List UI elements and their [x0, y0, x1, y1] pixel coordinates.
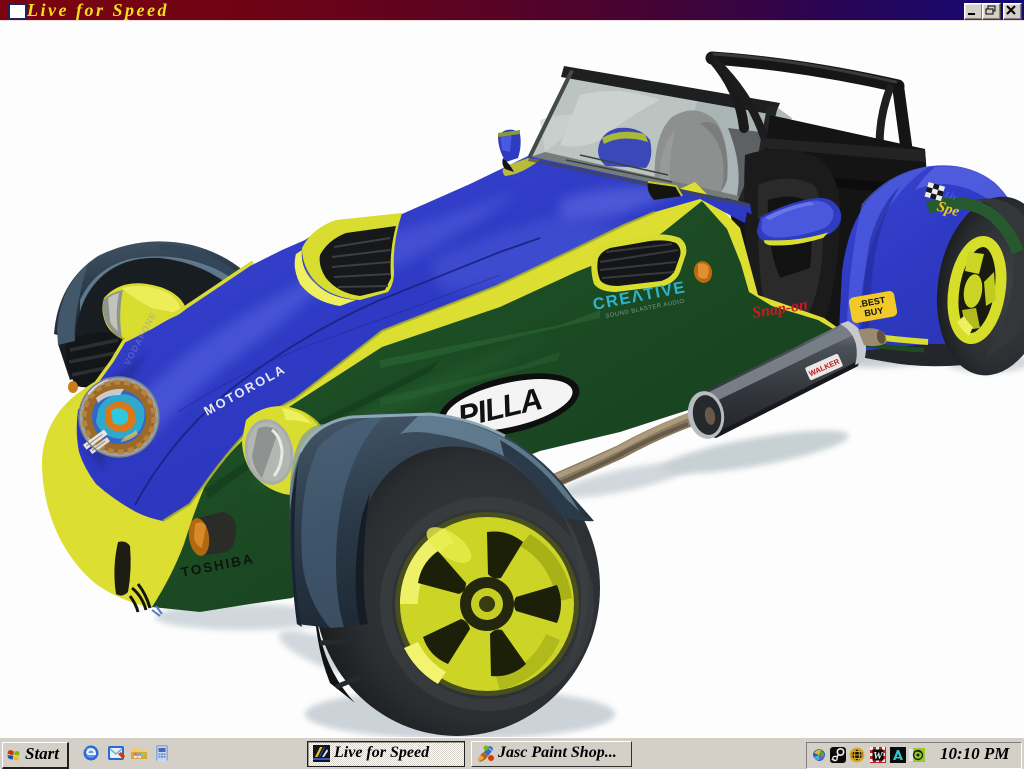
svg-text:W: W	[873, 750, 884, 762]
